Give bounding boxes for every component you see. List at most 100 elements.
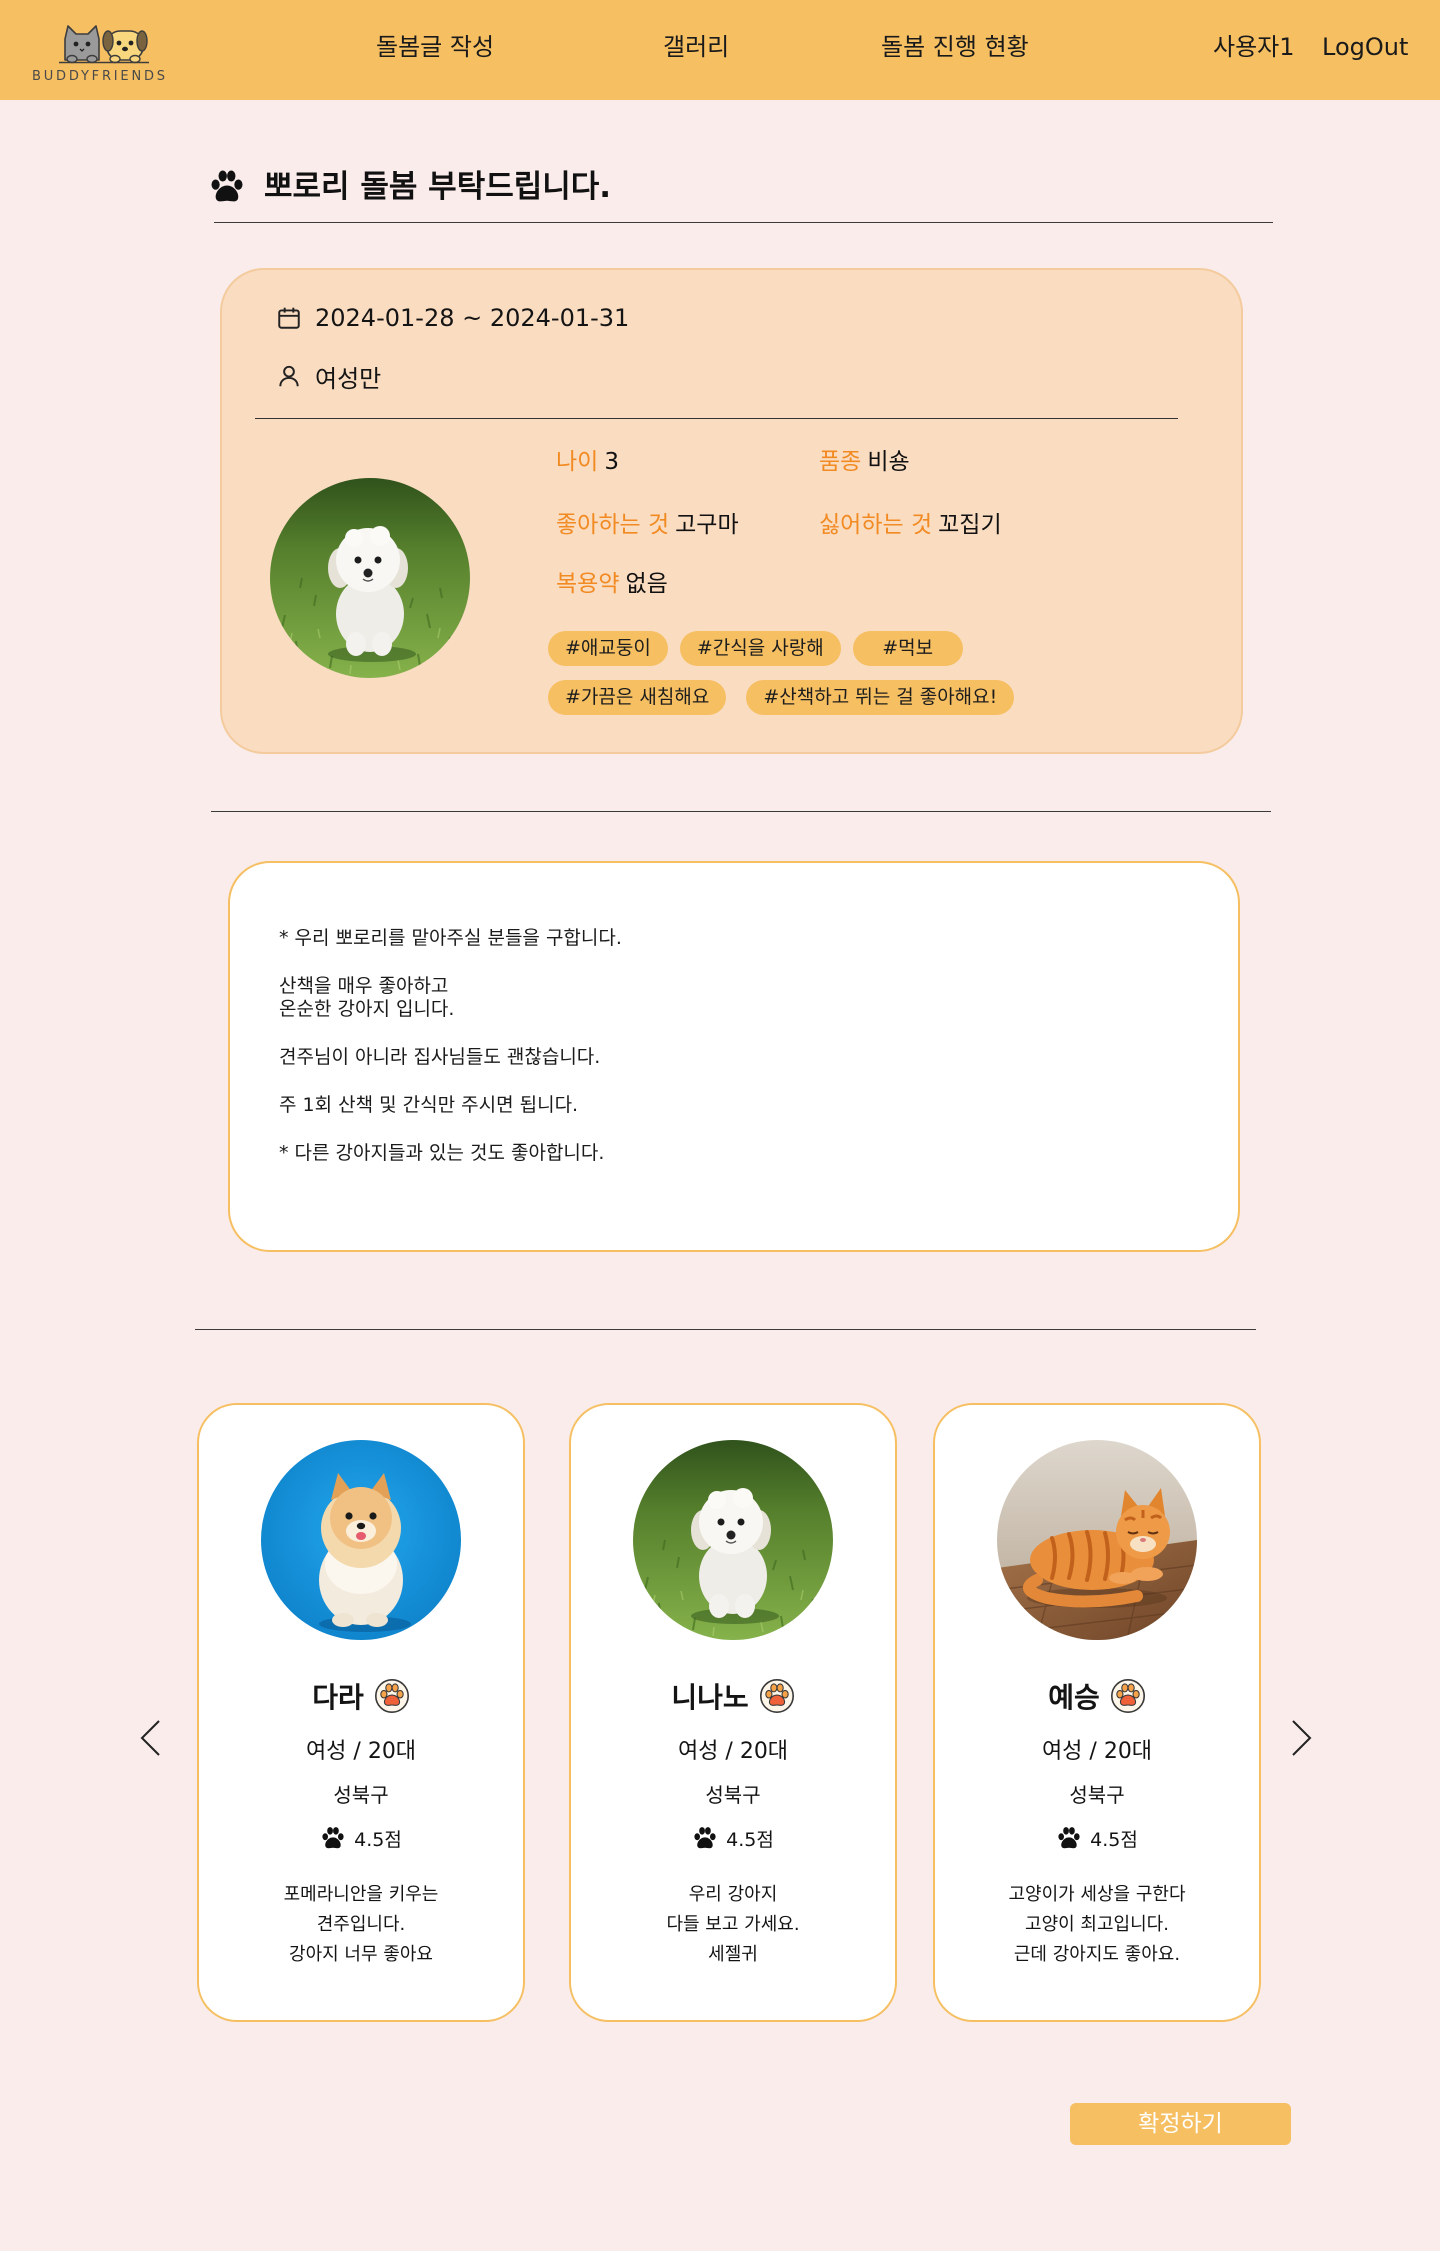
bio-line: 고양이가 세상을 구한다 <box>1008 1884 1186 1905</box>
pet-breed-label: 품종 <box>819 449 862 475</box>
pet-likes-label: 좋아하는 것 <box>556 512 670 538</box>
pet-age-label: 나이 <box>556 449 599 475</box>
sitter-region: 성북구 <box>1069 1783 1125 1807</box>
description-line: * 우리 뽀로리를 맡아주실 분들을 구합니다. <box>279 927 622 949</box>
rating-value: 4.5점 <box>1090 1828 1138 1851</box>
sitter-bio: 고양이가 세상을 구한다 고양이 최고입니다. 근데 강아지도 좋아요. <box>1008 1880 1185 1970</box>
bio-line: 우리 강아지 <box>688 1884 778 1905</box>
description-paragraph: 산책을 매우 좋아하고 온순한 강아지 입니다. <box>279 975 1238 1021</box>
pet-likes: 좋아하는 것 고구마 <box>556 510 739 540</box>
nav-care-status[interactable]: 돌봄 진행 현황 <box>881 32 1029 62</box>
sitter-gender-age: 여성 / 20대 <box>677 1739 789 1764</box>
sitter-rating: 4.5점 <box>1056 1823 1138 1853</box>
sitter-name: 다라 <box>312 1681 364 1714</box>
sitter-photo <box>261 1440 461 1640</box>
nav-gallery[interactable]: 갤러리 <box>663 32 729 62</box>
sitter-name-row: 니나노 <box>671 1676 794 1716</box>
pet-tag: #산책하고 뛰는 걸 좋아해요! <box>746 680 1015 715</box>
top-nav-bar: BUDDYFRIENDS 돌봄글 작성 갤러리 돌봄 진행 현황 사용자1 Lo… <box>0 0 1440 100</box>
pet-medicine-value: 없음 <box>625 571 668 597</box>
post-description: * 우리 뽀로리를 맡아주실 분들을 구합니다. 산책을 매우 좋아하고 온순한… <box>228 861 1240 1252</box>
sitter-photo <box>997 1440 1197 1640</box>
pet-tags-row: #가끔은 새침해요 #산책하고 뛰는 걸 좋아해요! <box>548 680 1015 715</box>
pet-info-card: 2024-01-28 ~ 2024-01-31 여성만 나이 3 품종 비숑 좋아하… <box>220 268 1243 754</box>
sitter-name-row: 예승 <box>1048 1676 1146 1716</box>
pet-tag: #먹보 <box>852 631 963 666</box>
description-paragraph: * 우리 뽀로리를 맡아주실 분들을 구합니다. <box>279 927 1238 950</box>
pet-tag: #가끔은 새침해요 <box>548 680 727 715</box>
pet-dislikes: 싫어하는 것 꼬집기 <box>819 510 1002 540</box>
paw-badge-icon <box>374 1678 409 1714</box>
cat-dog-logo-icon <box>59 25 149 64</box>
pet-tag: #애교둥이 <box>548 631 668 666</box>
sitter-rating: 4.5점 <box>692 1823 774 1853</box>
bio-line: 다들 보고 가세요. <box>666 1914 800 1935</box>
paw-icon <box>211 170 243 202</box>
chevron-right-icon[interactable] <box>1291 1719 1313 1757</box>
sitter-card[interactable]: 예승 여성 / 20대 성북구 4.5점 고양이가 세상을 구한다 고양이 최고… <box>933 1403 1261 2022</box>
rating-value: 4.5점 <box>354 1828 402 1851</box>
bio-line: 고양이 최고입니다. <box>1025 1914 1169 1935</box>
sitter-name: 니나노 <box>671 1681 749 1714</box>
sitter-card[interactable]: 다라 여성 / 20대 성북구 4.5점 포메라니안을 키우는 견주입니다. 강… <box>197 1403 525 2022</box>
pet-photo <box>270 478 470 678</box>
confirm-button[interactable]: 확정하기 <box>1070 2103 1291 2145</box>
title-divider <box>214 222 1273 223</box>
sitter-gender-preference: 여성만 <box>276 361 382 393</box>
pet-age: 나이 3 <box>556 447 619 477</box>
bio-line: 세젤귀 <box>708 1944 758 1965</box>
sitter-region: 성북구 <box>705 1783 761 1807</box>
sitter-gender-age: 여성 / 20대 <box>305 1739 417 1764</box>
user-menu[interactable]: 사용자1 <box>1213 32 1295 62</box>
pet-tag: #간식을 사랑해 <box>679 631 841 666</box>
sitter-name-row: 다라 <box>312 1676 410 1716</box>
pet-breed-value: 비숑 <box>867 449 910 475</box>
sitter-bio: 포메라니안을 키우는 견주입니다. 강아지 너무 좋아요 <box>284 1880 439 1970</box>
description-line: 견주님이 아니라 집사님들도 괜찮습니다. <box>279 1046 601 1068</box>
calendar-icon <box>278 307 300 329</box>
pet-dislikes-value: 꼬집기 <box>938 512 1002 538</box>
description-line: 산책을 매우 좋아하고 <box>279 975 449 997</box>
description-line: 주 1회 산책 및 간식만 주시면 됩니다. <box>279 1094 579 1116</box>
description-paragraph: 견주님이 아니라 집사님들도 괜찮습니다. <box>279 1046 1238 1069</box>
rating-paw-icon <box>694 1827 716 1849</box>
nav-write-care-post[interactable]: 돌봄글 작성 <box>376 32 494 62</box>
section-divider <box>211 811 1271 812</box>
logo[interactable]: BUDDYFRIENDS <box>32 16 180 88</box>
rating-paw-icon <box>1058 1827 1080 1849</box>
sitter-photo <box>633 1440 833 1640</box>
bio-line: 강아지 너무 좋아요 <box>289 1944 433 1965</box>
page-title: 뽀로리 돌봄 부탁드립니다. <box>264 169 612 205</box>
pet-likes-value: 고구마 <box>675 512 739 538</box>
date-range: 2024-01-28 ~ 2024-01-31 <box>315 304 630 332</box>
sitter-gender-age: 여성 / 20대 <box>1041 1739 1153 1764</box>
description-line: 온순한 강아지 입니다. <box>279 998 455 1020</box>
sitter-name: 예승 <box>1048 1681 1100 1714</box>
bio-line: 근데 강아지도 좋아요. <box>1013 1944 1181 1965</box>
care-period: 2024-01-28 ~ 2024-01-31 <box>276 303 629 333</box>
logo-text: BUDDYFRIENDS <box>32 69 168 84</box>
pet-dislikes-label: 싫어하는 것 <box>819 512 933 538</box>
bio-line: 포메라니안을 키우는 <box>283 1884 439 1905</box>
gender-preference: 여성만 <box>315 364 382 393</box>
bio-line: 견주입니다. <box>316 1914 406 1935</box>
sitter-region: 성북구 <box>333 1783 389 1807</box>
pet-medicine: 복용약 없음 <box>556 569 668 599</box>
user-icon <box>279 365 299 387</box>
sitter-bio: 우리 강아지 다들 보고 가세요. 세젤귀 <box>666 1880 799 1970</box>
pet-medicine-label: 복용약 <box>556 571 620 597</box>
rating-value: 4.5점 <box>726 1828 774 1851</box>
info-divider <box>255 418 1178 419</box>
pet-breed: 품종 비숑 <box>819 447 910 477</box>
description-paragraph: * 다른 강아지들과 있는 것도 좋아합니다. <box>279 1142 1238 1165</box>
paw-badge-icon <box>1110 1678 1145 1714</box>
paw-badge-icon <box>759 1678 794 1714</box>
sitter-card[interactable]: 니나노 여성 / 20대 성북구 4.5점 우리 강아지 다들 보고 가세요. … <box>569 1403 897 2022</box>
logout-button[interactable]: LogOut <box>1322 32 1408 62</box>
description-line: * 다른 강아지들과 있는 것도 좋아합니다. <box>279 1142 605 1164</box>
pet-age-value: 3 <box>604 449 619 475</box>
pet-tags-row: #애교둥이 #간식을 사랑해 #먹보 <box>548 631 963 666</box>
chevron-left-icon[interactable] <box>139 1719 161 1757</box>
rating-paw-icon <box>322 1827 344 1849</box>
sitter-rating: 4.5점 <box>320 1823 402 1853</box>
